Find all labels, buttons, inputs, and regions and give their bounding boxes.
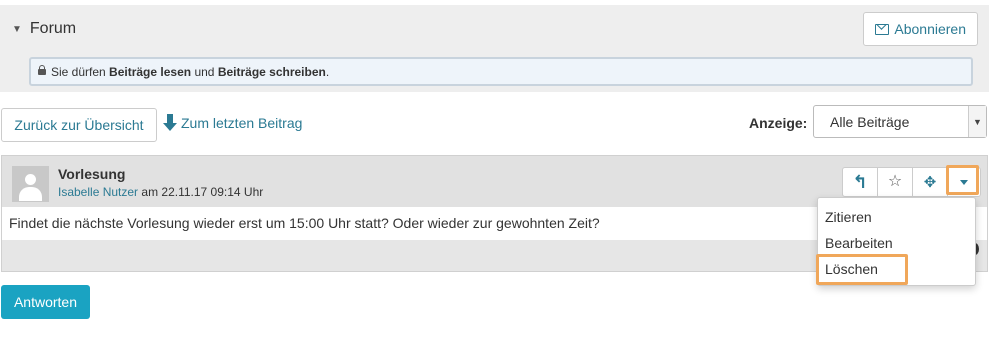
subscribe-label: Abonnieren [894, 21, 966, 37]
bookmark-button[interactable]: ☆ [878, 168, 913, 196]
permissions-prefix: Sie dürfen [51, 64, 106, 79]
display-select-value: Alle Beiträge [830, 113, 910, 130]
menu-item-edit[interactable]: Bearbeiten [818, 230, 975, 256]
forum-title-label: Forum [29, 20, 77, 37]
highlight-dropdown-frame [946, 165, 979, 195]
post-author-link[interactable]: Isabelle Nutzer [58, 185, 138, 199]
display-label: Anzeige: [749, 115, 808, 131]
post-date: 22.11.17 09:14 Uhr [161, 185, 264, 199]
reply-button[interactable]: ↰ [843, 168, 878, 196]
reply-icon: ↰ [852, 172, 868, 192]
select-arrow-icon: ▼ [968, 106, 986, 137]
last-post-link[interactable]: Zum letzten Beitrag [163, 114, 302, 132]
envelope-icon [875, 23, 890, 35]
permissions-suffix: . [325, 64, 330, 79]
last-post-label: Zum letzten Beitrag [181, 115, 303, 131]
forum-header-panel: ▼ Forum Abonnieren Sie dürfen Beiträge l… [0, 5, 989, 92]
highlight-delete-frame [816, 254, 908, 285]
puzzle-icon: ✥ [923, 173, 937, 191]
permissions-write: Beiträge schreiben [217, 64, 326, 79]
avatar [12, 166, 49, 202]
post-date-prefix: am [141, 185, 159, 199]
caret-down-icon[interactable]: ▼ [12, 24, 22, 35]
subscribe-button[interactable]: Abonnieren [863, 12, 978, 46]
post-title: Vorlesung [58, 166, 126, 182]
menu-item-quote[interactable]: Zitieren [818, 204, 975, 230]
display-select[interactable]: Alle Beiträge ▼ [813, 105, 987, 138]
post-meta: Isabelle Nutzer am 22.11.17 09:14 Uhr [58, 185, 263, 199]
star-icon: ☆ [887, 173, 903, 190]
forum-title[interactable]: ▼ Forum [12, 20, 76, 38]
lock-icon [38, 64, 46, 75]
permissions-and: und [194, 64, 215, 79]
permissions-read: Beiträge lesen [109, 64, 192, 79]
permissions-info: Sie dürfen Beiträge lesen und Beiträge s… [29, 57, 973, 86]
answer-button[interactable]: Antworten [1, 285, 90, 319]
arrow-down-icon [163, 114, 177, 132]
puzzle-button[interactable]: ✥ [913, 168, 948, 196]
back-to-overview-button[interactable]: Zurück zur Übersicht [1, 108, 157, 142]
